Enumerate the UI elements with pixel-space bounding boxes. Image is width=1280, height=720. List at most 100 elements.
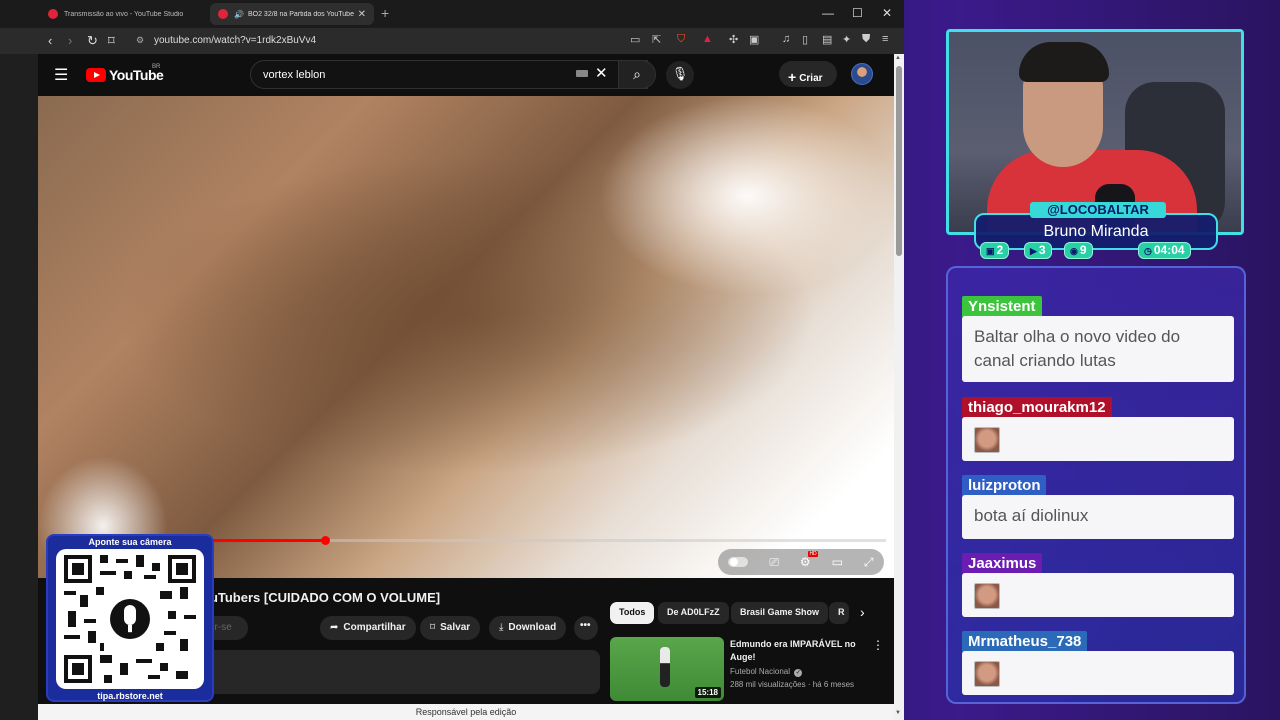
youtube-play-icon (86, 68, 106, 82)
share-label: Compartilhar (343, 622, 406, 633)
search-icon: ⌕ (633, 66, 641, 82)
chip-more[interactable]: R (829, 602, 849, 624)
chat-username: Mrmatheus_738 (962, 631, 1088, 653)
maximize-icon[interactable]: ☐ (852, 6, 863, 20)
brave-shield-icon[interactable]: ⛉ (677, 33, 685, 46)
more-dots-icon: ••• (580, 620, 591, 631)
stream-timer: ◷ 04:04 (1138, 242, 1191, 259)
url-text: youtube.com/watch?v=1rdk2xBuVv4 (154, 35, 317, 46)
settings-gear-icon[interactable]: ⚙ (800, 551, 818, 569)
subtitles-icon[interactable]: ⎚ (769, 555, 779, 570)
tab-bar: Transmissão ao vivo - YouTube Studio 🔊 B… (0, 0, 904, 28)
more-actions-button[interactable]: ••• (574, 616, 598, 640)
minimize-icon[interactable]: — (822, 6, 834, 20)
timer-value: 04:04 (1153, 243, 1185, 257)
chat-message (962, 651, 1234, 695)
close-window-icon[interactable]: ✕ (882, 6, 892, 20)
vpn-icon[interactable]: ⛊ (862, 33, 870, 46)
kick-count: 9 (1079, 243, 1087, 257)
search-button[interactable]: ⌕ (618, 60, 656, 89)
download-icon: ⤓ (499, 622, 504, 633)
player-controls: ⎚ ⚙ ▭ ⤢ (718, 549, 884, 575)
forward-icon[interactable]: › (68, 33, 72, 48)
share-page-icon[interactable]: ⇱ (652, 33, 661, 46)
chat-emote-icon (974, 583, 1000, 609)
account-avatar[interactable] (851, 63, 873, 85)
download-button[interactable]: ⤓ Download (489, 616, 567, 640)
donation-qr-card: Aponte sua câmera tipa.rbstore.net (46, 534, 214, 702)
bookmark-save-icon: ⌑ (430, 622, 436, 633)
share-button[interactable]: ➦ Compartilhar (320, 616, 416, 640)
url-field[interactable]: ⚙ youtube.com/watch?v=1rdk2xBuVv4 (130, 31, 620, 51)
reload-icon[interactable]: ↻ (87, 33, 98, 49)
video-title: ouTubers [CUIDADO COM O VOLUME] (202, 590, 441, 605)
site-info-icon[interactable]: ⚙ (136, 35, 144, 46)
youtube-studio-favicon-icon (48, 9, 58, 19)
voice-search-button[interactable]: 🎙 (666, 61, 694, 89)
youtube-favicon-icon (218, 9, 228, 19)
fullscreen-icon[interactable]: ⤢ (864, 555, 874, 570)
chip-channel[interactable]: De AD0LFzZ (658, 602, 729, 624)
chip-all[interactable]: Todos (610, 602, 655, 624)
tab-video[interactable]: 🔊 BO2 32/8 na Partida dos YouTubers ✕ (210, 3, 374, 25)
tab-search-icon[interactable]: ▣ (749, 33, 759, 46)
progress-scrubber[interactable] (320, 536, 330, 545)
kick-viewers: ◉ 9 (1064, 242, 1093, 259)
cast-icon[interactable]: ▭ (630, 33, 640, 46)
chat-username: thiago_mourakm12 (962, 397, 1112, 419)
description-box[interactable] (198, 650, 600, 694)
sidebar-icon[interactable]: ▯ (802, 33, 808, 46)
keyboard-icon[interactable] (576, 70, 588, 77)
tab-youtube-studio[interactable]: Transmissão ao vivo - YouTube Studio (40, 3, 206, 25)
scrollbar-thumb[interactable] (896, 66, 902, 256)
hamburger-icon[interactable]: ☰ (54, 65, 68, 85)
plus-icon: + (788, 69, 797, 85)
recommended-meta: 288 mil visualizações · há 6 meses (730, 680, 855, 689)
browser-menu-icon[interactable]: ≡ (882, 33, 888, 45)
search-value: vortex leblon (263, 69, 326, 81)
youtube-header: ☰ YouTube BR vortex leblon ✕ ⌕ 🎙 + Criar (38, 54, 894, 96)
video-player[interactable]: ⎚ ⚙ ▭ ⤢ (38, 96, 894, 578)
recommended-title[interactable]: Edmundo era IMPARÁVEL no Auge! (730, 638, 862, 664)
leo-ai-icon[interactable]: ✦ (842, 33, 851, 46)
chat-message: bota aí diolinux (962, 495, 1234, 539)
autoplay-toggle[interactable] (728, 557, 749, 567)
bookmark-icon[interactable]: ⌑ (108, 33, 115, 49)
close-tab-icon[interactable]: ✕ (358, 9, 366, 20)
webcam-hair (1019, 42, 1109, 82)
chat-username: Jaaximus (962, 553, 1043, 575)
youtube-count: 3 (1038, 243, 1046, 257)
theater-mode-icon[interactable]: ▭ (832, 555, 843, 569)
scroll-down-icon[interactable]: ▼ (895, 710, 901, 716)
streamer-handle: @LOCOBALTAR (1030, 202, 1166, 218)
chevron-right-icon[interactable]: › (860, 604, 865, 620)
qr-instruction: Aponte sua câmera (88, 537, 172, 547)
thumbnail-player-figure (660, 647, 670, 687)
chat-message (962, 417, 1234, 461)
twitch-count: 2 (996, 243, 1004, 257)
download-label: Download (508, 622, 557, 633)
extensions-icon[interactable]: ✣ (729, 33, 738, 46)
recommended-thumbnail[interactable]: 15:18 (610, 637, 724, 701)
brave-rewards-icon[interactable]: ▲ (702, 33, 713, 45)
wallet-icon[interactable]: ▤ (822, 33, 832, 46)
verified-icon: ✓ (794, 669, 803, 677)
speaker-icon[interactable]: 🔊 (234, 10, 244, 19)
back-icon[interactable]: ‹ (48, 33, 52, 48)
youtube-icon: ▶ (1030, 246, 1037, 256)
media-icon[interactable]: ♫ (782, 33, 790, 45)
search-input[interactable]: vortex leblon (250, 60, 648, 89)
recommended-channel[interactable]: Futebol Nacional ✓ (730, 667, 803, 677)
kebab-menu-icon[interactable]: ⋮ (872, 638, 884, 652)
create-button[interactable]: + Criar (779, 61, 837, 87)
save-button[interactable]: ⌑ Salvar (420, 616, 481, 640)
video-duration: 15:18 (694, 687, 721, 698)
chip-brasil-game-show[interactable]: Brasil Game Show (731, 602, 829, 624)
scroll-up-icon[interactable]: ▲ (895, 55, 901, 61)
new-tab-icon[interactable]: + (381, 5, 389, 21)
tab-title: Transmissão ao vivo - YouTube Studio (64, 10, 184, 18)
chat-message (962, 573, 1234, 617)
page-scrollbar[interactable]: ▲ ▼ (894, 54, 904, 720)
clear-search-icon[interactable]: ✕ (595, 64, 608, 82)
chat-panel: Ynsistent Baltar olha o novo video do ca… (946, 266, 1246, 704)
